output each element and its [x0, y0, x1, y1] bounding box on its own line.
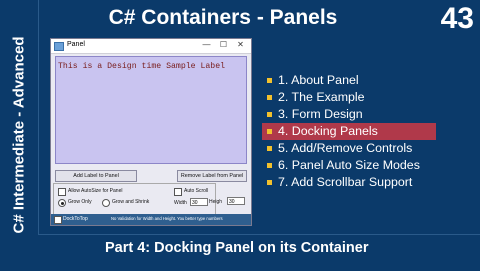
allow-autosize-checkbox[interactable] — [58, 188, 66, 196]
window-title: Panel — [67, 41, 85, 48]
window-app-icon — [54, 42, 64, 51]
minimize-icon[interactable]: — — [198, 40, 215, 49]
grow-only-radio[interactable] — [58, 199, 66, 207]
dock-top-label: DockToTop — [63, 216, 88, 222]
side-label: C# Intermediate - Advanced — [10, 36, 28, 234]
window-title-bar[interactable]: Panel — ☐ ✕ — [51, 39, 251, 54]
grow-and-shrink-radio[interactable] — [102, 199, 110, 207]
part-subtitle: Part 4: Docking Panel on its Container — [105, 240, 369, 256]
status-text: No Validation for Width and Height. You … — [111, 216, 223, 221]
maximize-icon[interactable]: ☐ — [215, 40, 232, 49]
side-banner: C# Intermediate - Advanced — [0, 0, 39, 270]
topic-item-docking-panels[interactable]: 4. Docking Panels — [262, 123, 436, 140]
status-bar: DockToTop No Validation for Width and He… — [51, 214, 251, 225]
topic-item-about-panel[interactable]: 1. About Panel — [262, 72, 436, 89]
width-input[interactable]: 30 — [190, 198, 208, 206]
grow-and-shrink-label: Grow and Shrink — [112, 199, 150, 205]
topic-item-scrollbar-support[interactable]: 7. Add Scrollbar Support — [262, 174, 436, 191]
window-controls: — ☐ ✕ — [198, 40, 249, 49]
panel-demo-window: Panel — ☐ ✕ This is a Design time Sample L… — [50, 38, 252, 226]
height-input[interactable]: 30 — [227, 197, 245, 205]
topic-item-the-example[interactable]: 2. The Example — [262, 89, 436, 106]
close-icon[interactable]: ✕ — [232, 40, 249, 49]
width-label: Width — [174, 200, 187, 206]
auto-scroll-label: Auto Scroll — [184, 188, 209, 194]
height-label: Heigh — [209, 199, 223, 205]
topic-list: 1. About Panel 2. The Example 3. Form De… — [262, 72, 436, 191]
episode-number: 43 — [440, 2, 474, 35]
allow-autosize-label: Allow AutoSize for Panel — [68, 188, 123, 194]
dock-top-checkbox[interactable] — [54, 216, 62, 224]
page-title: C# Containers - Panels — [108, 6, 338, 29]
topic-item-auto-size-modes[interactable]: 6. Panel Auto Size Modes — [262, 157, 436, 174]
topic-item-form-design[interactable]: 3. Form Design — [262, 106, 436, 123]
topic-item-add-remove-controls[interactable]: 5. Add/Remove Controls — [262, 140, 436, 157]
docked-panel: This is a Design time Sample Label — [55, 56, 247, 164]
add-label-button[interactable]: Add Label to Panel — [55, 170, 137, 182]
grow-only-label: Grow Only — [68, 199, 92, 205]
remove-label-button[interactable]: Remove Label from Panel — [177, 170, 247, 182]
auto-scroll-checkbox[interactable] — [174, 188, 182, 196]
sample-label: This is a Design time Sample Label — [58, 62, 226, 71]
